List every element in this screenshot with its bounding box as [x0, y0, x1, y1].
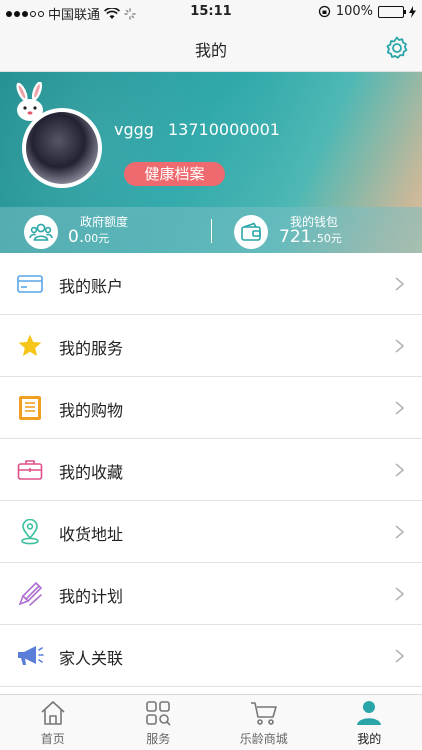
chevron-right-icon — [395, 401, 404, 415]
gov-quota-value: 0.00元 — [68, 227, 110, 247]
menu-item-account[interactable]: 我的账户 — [0, 253, 422, 315]
chevron-right-icon — [395, 339, 404, 353]
menu-label: 我的账户 — [59, 277, 124, 296]
username: vggg — [114, 120, 154, 139]
person-icon — [357, 701, 382, 725]
menu-list: 我的账户 我的服务 我的购物 我的收藏 收货地址 我的计划 家人关联 — [0, 253, 422, 687]
pen-icon — [16, 580, 44, 608]
briefcase-icon — [16, 456, 44, 484]
menu-label: 我的收藏 — [59, 463, 124, 482]
stats-bar: 政府额度 0.00元 我的钱包 721.50元 — [0, 207, 422, 257]
menu-item-family[interactable]: 家人关联 — [0, 625, 422, 687]
tab-home[interactable]: 首页 — [0, 695, 106, 750]
menu-item-address[interactable]: 收货地址 — [0, 501, 422, 563]
list-icon — [16, 394, 44, 422]
star-icon — [16, 332, 44, 360]
tab-label: 乐龄商城 — [239, 732, 288, 746]
tab-mine[interactable]: 我的 — [317, 695, 422, 750]
menu-label: 家人关联 — [59, 649, 124, 668]
card-icon — [16, 270, 44, 298]
menu-item-shopping[interactable]: 我的购物 — [0, 377, 422, 439]
phone-number: 13710000001 — [168, 120, 280, 139]
bunny-mascot-icon — [16, 82, 43, 121]
tab-label: 首页 — [40, 732, 65, 746]
tab-mall[interactable]: 乐龄商城 — [211, 695, 317, 750]
tab-bar: 首页 服务 乐龄商城 我的 — [0, 694, 422, 750]
menu-item-favorites[interactable]: 我的收藏 — [0, 439, 422, 501]
battery-percent: 100% — [335, 4, 373, 19]
home-icon — [41, 701, 65, 725]
menu-item-plan[interactable]: 我的计划 — [0, 563, 422, 625]
status-bar: 中国联通 15:11 100% — [0, 0, 422, 24]
megaphone-icon — [16, 642, 44, 670]
menu-label: 我的服务 — [59, 339, 124, 358]
battery-icon — [378, 5, 406, 18]
menu-item-services[interactable]: 我的服务 — [0, 315, 422, 377]
people-icon — [24, 215, 58, 249]
navigation-bar: 我的 — [0, 24, 422, 72]
wallet-icon — [234, 215, 268, 249]
tab-label: 我的 — [357, 732, 382, 746]
chevron-right-icon — [395, 587, 404, 601]
charging-bolt-icon — [409, 5, 416, 18]
health-record-button[interactable]: 健康档案 — [124, 162, 225, 186]
wallet-value: 721.50元 — [279, 227, 342, 247]
menu-label: 我的计划 — [59, 587, 124, 606]
tab-services[interactable]: 服务 — [106, 695, 212, 750]
menu-label: 收货地址 — [59, 525, 124, 544]
gov-quota-stat[interactable]: 政府额度 0.00元 — [0, 207, 211, 257]
chevron-right-icon — [395, 463, 404, 477]
orientation-lock-icon — [318, 5, 330, 18]
chevron-right-icon — [395, 277, 404, 291]
wallet-stat[interactable]: 我的钱包 721.50元 — [212, 207, 422, 257]
menu-label: 我的购物 — [59, 401, 124, 420]
profile-banner: vggg 13710000001 健康档案 政府额度 0.00元 我的钱包 72… — [0, 72, 422, 257]
gear-icon[interactable] — [384, 35, 410, 61]
chevron-right-icon — [395, 649, 404, 663]
chevron-right-icon — [395, 525, 404, 539]
tab-label: 服务 — [146, 732, 171, 746]
cart-icon — [250, 702, 277, 725]
location-pin-icon — [16, 518, 44, 546]
grid-icon — [146, 701, 171, 726]
page-title: 我的 — [194, 41, 227, 60]
status-right: 100% — [318, 4, 416, 19]
